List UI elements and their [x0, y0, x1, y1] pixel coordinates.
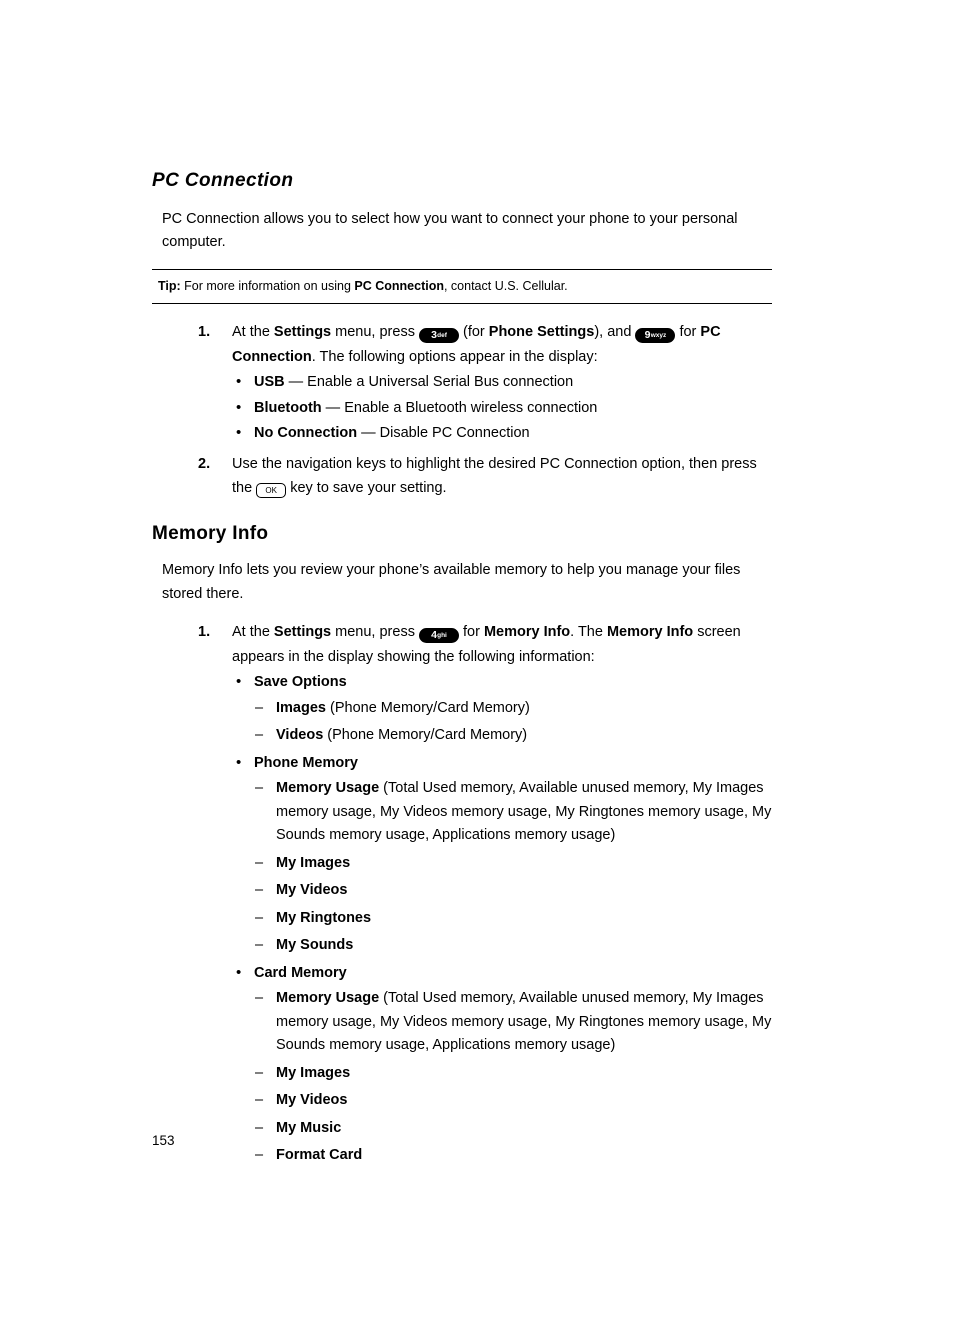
option-desc: — Enable a Universal Serial Bus connecti… [284, 374, 574, 391]
step-1-text-5: for [675, 324, 701, 341]
key-4-icon: 4ghi [418, 628, 459, 644]
group-items: Memory Usage (Total Used memory, Availab… [254, 777, 772, 958]
page-content: PC Connection PC Connection allows you t… [152, 170, 772, 1174]
memory-step-1-number: 1. [198, 624, 211, 641]
memory-step-text-3: for [458, 624, 484, 641]
tip-label: Tip: [158, 278, 181, 293]
list-item: My Music [254, 1117, 772, 1141]
list-item: My Videos [254, 1089, 772, 1113]
list-item: Images (Phone Memory/Card Memory) [254, 697, 772, 721]
item-desc: (Phone Memory/Card Memory) [325, 699, 530, 716]
list-item: My Sounds [254, 934, 772, 958]
list-item: Videos (Phone Memory/Card Memory) [254, 724, 772, 748]
step-1-bold-2: Phone Settings [488, 324, 595, 341]
step-1-text-4: ), and [594, 324, 636, 341]
list-item: Phone Memory Memory Usage (Total Used me… [232, 751, 772, 958]
list-item: Format Card [254, 1144, 772, 1168]
item-term: My Images [276, 854, 351, 871]
memory-info-groups: Save Options Images (Phone Memory/Card M… [232, 670, 772, 1168]
memory-step-text-4: . The [570, 624, 607, 641]
pc-connection-steps: 1. At the Settings menu, press 3def (for … [152, 320, 772, 501]
list-item: My Videos [254, 879, 772, 903]
key-ok-icon: OK [256, 483, 287, 499]
step-1-number: 1. [198, 324, 211, 341]
item-term: Format Card [276, 1147, 363, 1164]
step-1-text-2: menu, press [331, 324, 419, 341]
pc-connection-options: USB — Enable a Universal Serial Bus conn… [232, 370, 772, 446]
list-item: No Connection — Disable PC Connection [232, 421, 772, 446]
step-1-text-1: At the [232, 324, 274, 341]
step-1-bold-1: Settings [273, 324, 332, 341]
option-term: USB [254, 374, 285, 391]
list-item: Memory Usage (Total Used memory, Availab… [254, 987, 772, 1057]
memory-step-text-2: menu, press [331, 624, 419, 641]
option-desc: — Enable a Bluetooth wireless connection [321, 399, 598, 416]
list-item: My Images [254, 852, 772, 876]
step-1: 1. At the Settings menu, press 3def (for … [152, 320, 772, 446]
step-1-text-3: (for [458, 324, 489, 341]
option-desc: — Disable PC Connection [357, 425, 530, 442]
step-2-text-2: key to save your setting. [286, 480, 447, 497]
memory-info-steps: 1. At the Settings menu, press 4ghi for M… [152, 620, 772, 1168]
group-title: Card Memory [254, 964, 347, 981]
item-term: My Sounds [276, 937, 354, 954]
step-1-text-6: . The following options appear in the di… [311, 348, 598, 365]
memory-step-1: 1. At the Settings menu, press 4ghi for M… [152, 620, 772, 1168]
key-3-icon: 3def [418, 328, 459, 344]
item-term: My Images [276, 1064, 351, 1081]
memory-step-bold-1: Settings [273, 624, 332, 641]
group-items: Images (Phone Memory/Card Memory) Videos… [254, 697, 772, 748]
list-item: My Ringtones [254, 907, 772, 931]
list-item: Memory Usage (Total Used memory, Availab… [254, 777, 772, 847]
item-term: Videos [276, 727, 324, 744]
tip-text-after: , contact U.S. Cellular. [443, 278, 568, 293]
list-item: My Images [254, 1062, 772, 1086]
memory-step-bold-3: Memory Info [606, 624, 694, 641]
group-title: Save Options [254, 674, 347, 691]
item-term: Images [276, 699, 326, 716]
document-page: PC Connection PC Connection allows you t… [0, 0, 954, 1319]
pc-connection-intro: PC Connection allows you to select how y… [162, 211, 738, 251]
tip-box: Tip: For more information on using PC Co… [152, 268, 772, 305]
item-term: My Music [276, 1119, 342, 1136]
list-item: Save Options Images (Phone Memory/Card M… [232, 670, 772, 748]
option-term: Bluetooth [254, 399, 322, 416]
item-term: My Videos [276, 882, 348, 899]
key-9-icon: 9wxyz [635, 328, 676, 344]
page-number: 153 [152, 1133, 175, 1148]
memory-step-text-1: At the [232, 624, 274, 641]
item-desc: (Phone Memory/Card Memory) [323, 727, 528, 744]
item-term: Memory Usage [276, 780, 380, 797]
page-title: PC Connection [152, 170, 294, 191]
list-item: Card Memory Memory Usage (Total Used mem… [232, 961, 772, 1168]
step-2: 2. Use the navigation keys to highlight t… [152, 452, 772, 501]
group-title: Phone Memory [254, 754, 358, 771]
list-item: USB — Enable a Universal Serial Bus conn… [232, 370, 772, 395]
list-item: Bluetooth — Enable a Bluetooth wireless … [232, 396, 772, 421]
group-items: Memory Usage (Total Used memory, Availab… [254, 987, 772, 1168]
tip-bold-term: PC Connection [354, 278, 444, 293]
option-term: No Connection [254, 425, 358, 442]
item-term: My Videos [276, 1092, 348, 1109]
memory-info-heading: Memory Info [152, 523, 269, 545]
memory-step-bold-2: Memory Info [483, 624, 571, 641]
memory-info-intro: Memory Info lets you review your phone’s… [162, 562, 741, 602]
step-2-number: 2. [198, 455, 211, 472]
tip-text-before: For more information on using [180, 278, 355, 293]
item-term: My Ringtones [276, 909, 372, 926]
item-term: Memory Usage [276, 990, 380, 1007]
